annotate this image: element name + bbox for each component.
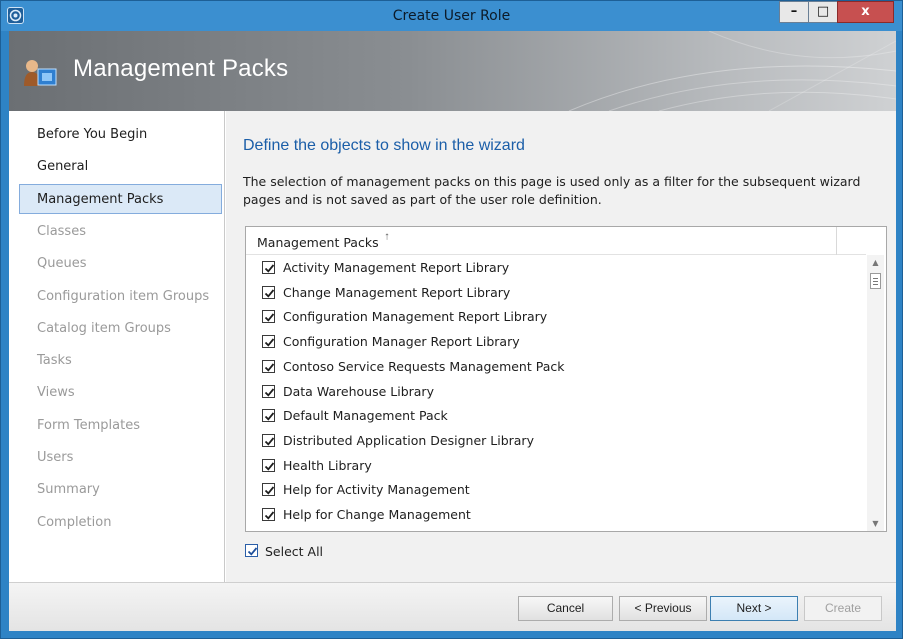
checkbox-check-icon[interactable] — [262, 261, 275, 274]
title-bar[interactable]: Create User Role – □ x — [1, 1, 902, 31]
checkbox-check-icon[interactable] — [262, 508, 275, 521]
list-item[interactable]: Health Library — [246, 453, 866, 478]
nav-step-before-you-begin[interactable]: Before You Begin — [19, 119, 222, 149]
checkbox-check-icon[interactable] — [262, 433, 275, 447]
nav-step-views[interactable]: Views — [19, 377, 222, 407]
nav-step-classes[interactable]: Classes — [19, 216, 222, 246]
column-separator — [836, 227, 837, 255]
scroll-down-icon[interactable]: ▼ — [867, 519, 884, 528]
list-item-label: Contoso Service Requests Management Pack — [283, 358, 565, 374]
nav-step-tasks[interactable]: Tasks — [19, 345, 222, 375]
scroll-thumb[interactable] — [870, 273, 881, 289]
list-item[interactable]: Data Warehouse Library — [246, 379, 866, 404]
list-item-label: Configuration Manager Report Library — [283, 334, 520, 350]
wizard-content: Before You Begin General Management Packs C… — [9, 111, 896, 582]
list-item-label: Default Management Pack — [283, 408, 448, 424]
nav-step-general[interactable]: General — [19, 151, 222, 181]
nav-step-completion[interactable]: Completion — [19, 507, 222, 537]
minimize-icon: – — [790, 4, 798, 19]
next-button[interactable]: Next > — [710, 596, 798, 621]
header-banner: Management Packs — [9, 31, 896, 111]
maximize-icon: □ — [816, 4, 830, 19]
previous-button[interactable]: < Previous — [619, 596, 707, 621]
checkbox-check-icon[interactable] — [262, 483, 275, 497]
list-item-label: Configuration Management Report Library — [283, 309, 548, 325]
create-user-role-window: Create User Role – □ x Management Packs … — [0, 0, 903, 639]
list-item[interactable]: Help for Change Management — [246, 502, 866, 527]
list-item-label: Change Management Report Library — [283, 284, 511, 300]
scroll-up-icon[interactable]: ▲ — [867, 258, 884, 267]
list-item[interactable]: Default Management Pack — [246, 403, 866, 428]
vertical-scrollbar[interactable]: ▲ ▼ — [867, 255, 884, 531]
maximize-button[interactable]: □ — [808, 1, 838, 23]
select-all-check-icon[interactable] — [245, 544, 258, 557]
main-panel: Define the objects to show in the wizard… — [226, 111, 896, 582]
checkbox-check-icon[interactable] — [262, 285, 275, 299]
management-packs-list[interactable]: Management Packs ⭡ Activity Management R… — [245, 226, 887, 532]
list-item[interactable]: Configuration Management Report Library — [246, 304, 866, 329]
list-item-label: Health Library — [283, 457, 372, 473]
cancel-button[interactable]: Cancel — [518, 596, 613, 621]
list-item-label: Distributed Application Designer Library — [283, 432, 534, 448]
list-item[interactable]: Help for Activity Management — [246, 477, 866, 502]
nav-step-management-packs[interactable]: Management Packs — [19, 183, 222, 214]
list-item-label: Data Warehouse Library — [283, 383, 434, 399]
close-icon: x — [861, 4, 870, 19]
nav-step-users[interactable]: Users — [19, 442, 222, 472]
select-all-label: Select All — [265, 544, 324, 559]
nav-step-form-templates[interactable]: Form Templates — [19, 410, 222, 440]
window-title: Create User Role — [392, 8, 511, 24]
checkbox-check-icon[interactable] — [262, 359, 275, 373]
sort-ascending-icon: ⭡ — [385, 233, 390, 243]
checkbox-check-icon[interactable] — [262, 310, 275, 324]
list-item-label: Help for Activity Management — [283, 482, 470, 498]
list-item[interactable]: Activity Management Report Library — [246, 255, 866, 280]
checkbox-check-icon[interactable] — [262, 384, 275, 398]
list-item-label: Activity Management Report Library — [283, 260, 510, 275]
list-header[interactable]: Management Packs ⭡ — [246, 227, 866, 255]
list-item[interactable]: Distributed Application Designer Library — [246, 428, 866, 453]
list-item[interactable]: Change Management Report Library — [246, 280, 866, 305]
checkbox-check-icon[interactable] — [262, 409, 275, 423]
user-role-icon — [21, 58, 61, 88]
create-button[interactable]: Create — [804, 596, 882, 621]
minimize-button[interactable]: – — [779, 1, 809, 23]
nav-step-queues[interactable]: Queues — [19, 248, 222, 278]
list-item-label: Help for Change Management — [283, 507, 471, 522]
wizard-footer: Cancel < Previous Next > Create — [9, 582, 896, 631]
section-description: The selection of management packs on thi… — [243, 174, 861, 207]
wizard-steps-nav: Before You Begin General Management Packs C… — [9, 111, 225, 582]
list-item[interactable]: Contoso Service Requests Management Pack — [246, 354, 866, 379]
nav-step-summary[interactable]: Summary — [19, 474, 222, 504]
checkbox-check-icon[interactable] — [262, 458, 275, 472]
section-heading: Define the objects to show in the wizard — [243, 137, 525, 154]
nav-step-catalog-item-groups[interactable]: Catalog item Groups — [19, 313, 222, 343]
checkbox-check-icon[interactable] — [262, 335, 275, 349]
close-button[interactable]: x — [837, 1, 894, 23]
list-item[interactable]: Configuration Manager Report Library — [246, 329, 866, 354]
nav-step-configuration-item-groups[interactable]: Configuration item Groups — [19, 281, 222, 311]
column-header-management-packs[interactable]: Management Packs — [257, 235, 379, 250]
page-title: Management Packs — [73, 55, 289, 82]
